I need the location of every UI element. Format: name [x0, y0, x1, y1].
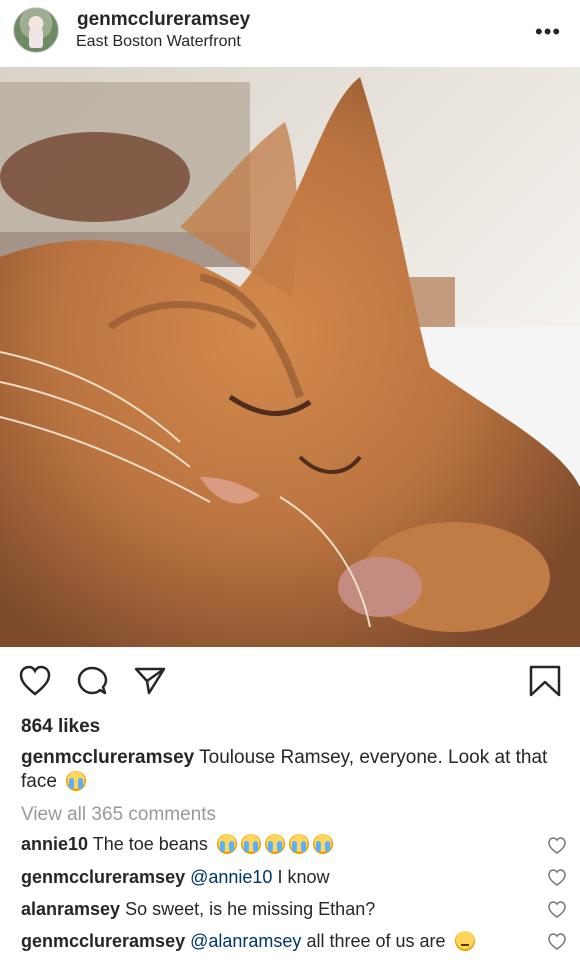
pensive-face-icon	[454, 931, 475, 951]
caption-username[interactable]: genmcclureramsey	[21, 747, 194, 768]
post-caption: genmcclureramsey Toulouse Ramsey, everyo…	[21, 746, 551, 794]
comment-row: alanramsey So sweet, is he missing Ethan…	[21, 899, 375, 920]
loudly-crying-face-icon	[288, 834, 309, 854]
comment-icon[interactable]	[75, 664, 109, 698]
comment-username[interactable]: annie10	[21, 834, 88, 854]
cat-photo	[0, 67, 580, 647]
comment-row: genmcclureramsey @alanramsey all three o…	[21, 931, 475, 952]
comment-username[interactable]: genmcclureramsey	[21, 931, 185, 951]
post-actions	[0, 650, 580, 710]
post-location[interactable]: East Boston Waterfront	[76, 33, 241, 51]
heart-icon[interactable]	[18, 664, 52, 698]
more-options-button[interactable]: •••	[535, 19, 561, 45]
comment-text: all three of us are	[301, 931, 446, 951]
avatar[interactable]	[13, 7, 59, 53]
post-photo[interactable]	[0, 67, 580, 647]
view-all-comments-link[interactable]: View all 365 comments	[21, 804, 216, 826]
post-header: genmcclureramsey East Boston Waterfront …	[0, 0, 580, 68]
loudly-crying-face-icon	[216, 834, 237, 854]
comment-username[interactable]: genmcclureramsey	[21, 867, 185, 887]
comment-text: The toe beans	[92, 834, 208, 854]
bookmark-icon[interactable]	[528, 664, 562, 698]
comment-text: So sweet, is he missing Ethan?	[125, 899, 376, 919]
comment-like-heart-icon[interactable]	[548, 837, 566, 855]
comment-like-heart-icon[interactable]	[548, 901, 566, 919]
loudly-crying-face-icon	[240, 834, 261, 854]
like-count[interactable]: 864 likes	[21, 716, 100, 738]
post-username[interactable]: genmcclureramsey	[77, 9, 250, 31]
comment-text: I know	[272, 867, 330, 887]
share-icon[interactable]	[133, 664, 167, 698]
loudly-crying-face-icon	[312, 834, 333, 854]
loudly-crying-face-icon	[264, 834, 285, 854]
comment-like-heart-icon[interactable]	[548, 869, 566, 887]
comment-username[interactable]: alanramsey	[21, 899, 120, 919]
comment-like-heart-icon[interactable]	[548, 933, 566, 951]
comment-row: annie10 The toe beans	[21, 834, 333, 855]
comment-mention[interactable]: @annie10	[190, 867, 272, 887]
comment-row: genmcclureramsey @annie10 I know	[21, 867, 329, 888]
comment-mention[interactable]: @alanramsey	[190, 931, 301, 951]
loudly-crying-face-icon	[66, 771, 87, 791]
